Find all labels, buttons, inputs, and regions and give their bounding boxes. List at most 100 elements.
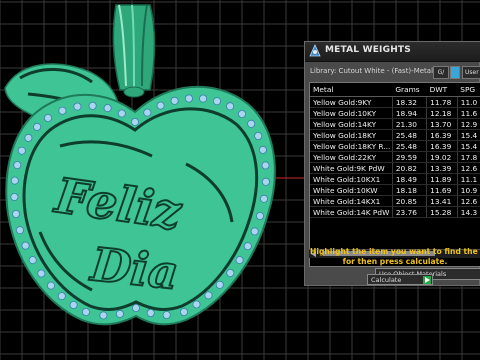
table-cell: 29.59 [391, 151, 427, 163]
table-cell: White Gold:10KW [310, 184, 393, 196]
table-cell: Yellow Gold:14KY [310, 118, 393, 130]
gem-stone [184, 94, 193, 103]
gem-stone [115, 309, 124, 318]
table-row[interactable]: Yellow Gold:22KY 29.59 19.02 17.8 [310, 151, 480, 163]
gem-stone [44, 114, 53, 123]
metal-table[interactable]: Metal Grams DWT SPG Yellow Gold:9KY 18.32 11.… [309, 82, 480, 267]
gem-stone [28, 256, 37, 265]
table-cell: 10.9 [456, 184, 480, 196]
table-cell: 11.69 [426, 184, 458, 196]
gem-stone [33, 122, 42, 131]
table-cell: 15.28 [426, 206, 458, 218]
table-row[interactable]: White Gold:10KX1 18.49 11.89 11.1 [310, 173, 480, 185]
table-cell: 20.85 [391, 195, 427, 207]
gem-stone [212, 97, 221, 106]
library-label: Library: Cutout White - (Fast)-Metal [310, 67, 434, 75]
table-cell: 13.70 [426, 118, 458, 130]
calculate-go-button[interactable] [423, 276, 431, 284]
gem-stone [259, 194, 268, 203]
table-row[interactable]: White Gold:14KX1 20.85 13.41 12.6 [310, 195, 480, 207]
gem-stone [88, 101, 97, 110]
table-cell: 11.89 [426, 173, 458, 185]
gem-stone [235, 256, 244, 265]
gem-stone [258, 145, 267, 154]
table-row[interactable]: Yellow Gold:9KY 18.32 11.78 11.0 [310, 96, 480, 108]
gem-stone [13, 161, 22, 170]
gem-stone [47, 281, 56, 290]
table-cell: White Gold:14KX1 [310, 195, 393, 207]
table-cell: 11.1 [456, 173, 480, 185]
table-cell: 14.3 [456, 206, 480, 218]
library-bar: Library: Cutout White - (Fast)-Metal G/ … [305, 64, 480, 80]
units-toggle[interactable] [450, 66, 460, 79]
gem-stone [204, 291, 213, 300]
gem-stone [215, 280, 224, 289]
gem-stone [199, 94, 208, 103]
table-cell: 18.32 [391, 96, 427, 108]
column-header-dwt[interactable]: DWT [426, 83, 458, 97]
gem-stone [73, 102, 82, 111]
panel-titlebar[interactable]: METAL WEIGHTS [305, 42, 480, 62]
gem-stone [247, 119, 256, 128]
table-row[interactable]: White Gold:9K PdW 20.82 13.39 12.6 [310, 162, 480, 174]
table-cell: White Gold:14K PdW [310, 206, 393, 218]
table-cell: Yellow Gold:22KY [310, 151, 393, 163]
gem-stone [226, 268, 235, 277]
gem-stone [58, 106, 67, 115]
gem-stone [179, 307, 188, 316]
gem-stone [21, 241, 30, 250]
table-cell: 20.82 [391, 162, 427, 174]
table-cell: 13.41 [426, 195, 458, 207]
table-row[interactable]: Yellow Gold:14KY 21.30 13.70 12.9 [310, 118, 480, 130]
calculate-select[interactable]: Calculate [367, 274, 433, 285]
table-cell: 12.6 [456, 195, 480, 207]
table-cell: 17.8 [456, 151, 480, 163]
table-row[interactable]: White Gold:14K PdW 23.76 15.28 14.3 [310, 206, 480, 218]
gem-stone [37, 269, 46, 278]
gem-stone [192, 300, 201, 309]
column-header-grams[interactable]: Grams [392, 83, 427, 97]
instruction-line1: Highlight the item you want to find the … [310, 247, 480, 256]
table-cell: Yellow Gold:18KY [310, 129, 393, 141]
table-cell: 15.4 [456, 140, 480, 152]
table-cell: 25.48 [391, 140, 427, 152]
gem-stone [143, 108, 152, 117]
gem-stone [11, 209, 20, 218]
column-header-metal[interactable]: Metal [310, 83, 393, 97]
instruction-text: Highlight the item you want to find the … [310, 247, 480, 267]
gem-stone [69, 300, 78, 309]
pendant-text-line2: Dia [87, 237, 181, 300]
gem-stone [254, 131, 263, 140]
gem-stone [17, 146, 26, 155]
gem-stone [255, 211, 264, 220]
table-cell: White Gold:9K PdW [310, 162, 393, 174]
table-cell: 15.4 [456, 129, 480, 141]
table-cell: 11.0 [456, 96, 480, 108]
metal-weights-logo-icon [309, 44, 321, 57]
table-cell: 12.9 [456, 118, 480, 130]
table-cell: 12.6 [456, 162, 480, 174]
gem-stone [99, 311, 108, 320]
panel-title: METAL WEIGHTS [325, 45, 411, 55]
table-row[interactable]: Yellow Gold:18KY 25.48 16.39 15.4 [310, 129, 480, 141]
column-header-spg[interactable]: SPG [457, 83, 480, 97]
gem-stone [15, 226, 24, 235]
calculate-label: Calculate [371, 276, 402, 284]
table-cell: 19.02 [426, 151, 458, 163]
gem-stone [57, 292, 66, 301]
gem-stone [131, 303, 140, 312]
table-cell: 25.48 [391, 129, 427, 141]
table-cell: Yellow Gold:9KY [310, 96, 393, 108]
table-cell: 16.39 [426, 140, 458, 152]
user-button[interactable]: User [462, 66, 480, 79]
gem-stone [117, 109, 126, 118]
gv-select[interactable]: G/ [433, 66, 449, 79]
gem-stone [24, 133, 33, 142]
table-row[interactable]: Yellow Gold:10KY 18.94 12.18 11.6 [310, 107, 480, 119]
pendant-bail [112, 4, 156, 98]
gem-stone [170, 96, 179, 105]
table-row[interactable]: Yellow Gold:18KY R... 25.48 16.39 15.4 [310, 140, 480, 152]
gem-stone [130, 118, 139, 127]
gem-stone [226, 102, 235, 111]
table-row[interactable]: White Gold:10KW 18.18 11.69 10.9 [310, 184, 480, 196]
